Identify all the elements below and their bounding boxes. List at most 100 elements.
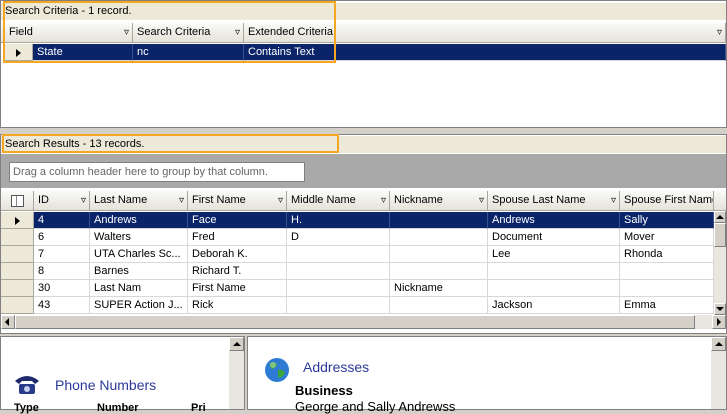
- filter-icon[interactable]: ▿: [278, 191, 283, 210]
- column-header-label: Spouse First Name: [624, 194, 714, 206]
- group-by-area[interactable]: Drag a column header here to group by th…: [1, 154, 726, 188]
- table-cell[interactable]: [287, 263, 390, 280]
- table-cell[interactable]: First Name: [188, 280, 287, 297]
- table-row[interactable]: 4 Andrews Face H. Andrews Sally: [1, 212, 714, 229]
- row-selector[interactable]: [1, 246, 34, 263]
- column-header-spouse-first-name[interactable]: Spouse First Name: [620, 191, 714, 211]
- table-cell[interactable]: Walters: [90, 229, 188, 246]
- table-cell[interactable]: Mover: [620, 229, 714, 246]
- table-cell[interactable]: Sally: [620, 212, 714, 229]
- table-cell[interactable]: Emma: [620, 297, 714, 314]
- table-cell[interactable]: Document: [488, 229, 620, 246]
- table-cell[interactable]: [390, 263, 488, 280]
- table-row[interactable]: 7 UTA Charles Sc... Deborah K. Lee Rhonda: [1, 246, 714, 263]
- table-cell[interactable]: [390, 212, 488, 229]
- table-cell[interactable]: Nickname: [390, 280, 488, 297]
- column-header-first-name[interactable]: First Name ▿: [188, 191, 287, 211]
- table-cell[interactable]: Andrews: [90, 212, 188, 229]
- row-selector[interactable]: [1, 297, 34, 314]
- table-cell[interactable]: Last Nam: [90, 280, 188, 297]
- filter-icon[interactable]: ▿: [381, 191, 386, 210]
- column-header-nickname[interactable]: Nickname ▿: [390, 191, 488, 211]
- scroll-left-button[interactable]: [1, 315, 15, 329]
- addresses-vertical-scrollbar[interactable]: [711, 337, 726, 409]
- column-header-last-name[interactable]: Last Name ▿: [90, 191, 188, 211]
- table-cell[interactable]: H.: [287, 212, 390, 229]
- table-cell[interactable]: Andrews: [488, 212, 620, 229]
- phone-col-pri: Pri: [191, 402, 206, 414]
- highlight-box: [2, 134, 339, 153]
- arrow-up-icon: [233, 342, 241, 346]
- table-row[interactable]: 30 Last Nam First Name Nickname: [1, 280, 714, 297]
- results-horizontal-scrollbar[interactable]: [1, 315, 726, 329]
- table-cell[interactable]: 7: [34, 246, 90, 263]
- table-cell[interactable]: Lee: [488, 246, 620, 263]
- scroll-thumb[interactable]: [714, 223, 726, 247]
- table-cell[interactable]: [287, 246, 390, 263]
- filter-icon[interactable]: ▿: [179, 191, 184, 210]
- arrow-up-icon: [715, 342, 723, 346]
- table-row[interactable]: 8 Barnes Richard T.: [1, 263, 714, 280]
- table-cell[interactable]: Richard T.: [188, 263, 287, 280]
- column-header-middle-name[interactable]: Middle Name ▿: [287, 191, 390, 211]
- scroll-down-button[interactable]: [714, 303, 726, 315]
- address-section-business: Business: [295, 383, 353, 398]
- column-header-label: Spouse Last Name: [492, 194, 586, 206]
- row-selector[interactable]: [1, 263, 34, 280]
- table-cell[interactable]: Jackson: [488, 297, 620, 314]
- row-selector[interactable]: [1, 229, 34, 246]
- table-row[interactable]: 43 SUPER Action J... Rick Jackson Emma: [1, 297, 714, 314]
- phone-vertical-scrollbar[interactable]: [229, 337, 244, 409]
- table-cell[interactable]: [390, 297, 488, 314]
- column-header-spouse-last-name[interactable]: Spouse Last Name ▿: [488, 191, 620, 211]
- table-cell[interactable]: 8: [34, 263, 90, 280]
- column-header-label: Nickname: [394, 194, 443, 206]
- phone-icon: [13, 373, 41, 395]
- table-cell[interactable]: 43: [34, 297, 90, 314]
- filter-icon[interactable]: ▿: [81, 191, 86, 210]
- globe-icon: [264, 357, 290, 383]
- table-cell[interactable]: D: [287, 229, 390, 246]
- table-cell[interactable]: [620, 280, 714, 297]
- table-cell[interactable]: [390, 229, 488, 246]
- column-chooser-button[interactable]: [1, 191, 34, 211]
- table-cell[interactable]: [488, 263, 620, 280]
- scroll-up-button[interactable]: [229, 337, 244, 351]
- filter-icon[interactable]: ▿: [717, 23, 722, 42]
- column-header-id[interactable]: ID ▿: [34, 191, 90, 211]
- table-cell[interactable]: Rhonda: [620, 246, 714, 263]
- table-cell[interactable]: [390, 246, 488, 263]
- table-cell[interactable]: [287, 280, 390, 297]
- table-cell[interactable]: 30: [34, 280, 90, 297]
- filter-icon[interactable]: ▿: [611, 191, 616, 210]
- table-cell[interactable]: 4: [34, 212, 90, 229]
- address-line: George and Sally Andrewss: [295, 399, 456, 414]
- table-cell[interactable]: [620, 263, 714, 280]
- table-cell[interactable]: Rick: [188, 297, 287, 314]
- scroll-right-button[interactable]: [712, 315, 726, 329]
- row-selector[interactable]: [1, 212, 34, 229]
- table-cell[interactable]: Deborah K.: [188, 246, 287, 263]
- column-header-label: ID: [38, 194, 49, 206]
- row-selector[interactable]: [1, 280, 34, 297]
- scroll-thumb[interactable]: [15, 315, 695, 329]
- table-cell[interactable]: SUPER Action J...: [90, 297, 188, 314]
- table-cell[interactable]: Barnes: [90, 263, 188, 280]
- table-cell[interactable]: Face: [188, 212, 287, 229]
- scroll-up-button[interactable]: [711, 337, 726, 351]
- results-vertical-scrollbar[interactable]: [714, 211, 726, 315]
- phone-col-type: Type: [14, 402, 39, 414]
- highlight-box: [3, 1, 336, 63]
- filter-icon[interactable]: ▿: [479, 191, 484, 210]
- table-cell[interactable]: 6: [34, 229, 90, 246]
- column-header-label: Last Name: [94, 194, 148, 206]
- table-cell[interactable]: [287, 297, 390, 314]
- table-cell[interactable]: Fred: [188, 229, 287, 246]
- table-row[interactable]: 6 Walters Fred D Document Mover: [1, 229, 714, 246]
- scroll-up-button[interactable]: [714, 211, 726, 223]
- table-cell[interactable]: UTA Charles Sc...: [90, 246, 188, 263]
- arrow-left-icon: [5, 318, 9, 326]
- addresses-pane: Addresses Business George and Sally Andr…: [247, 336, 727, 414]
- table-cell[interactable]: [488, 280, 620, 297]
- column-chooser-icon: [11, 195, 24, 207]
